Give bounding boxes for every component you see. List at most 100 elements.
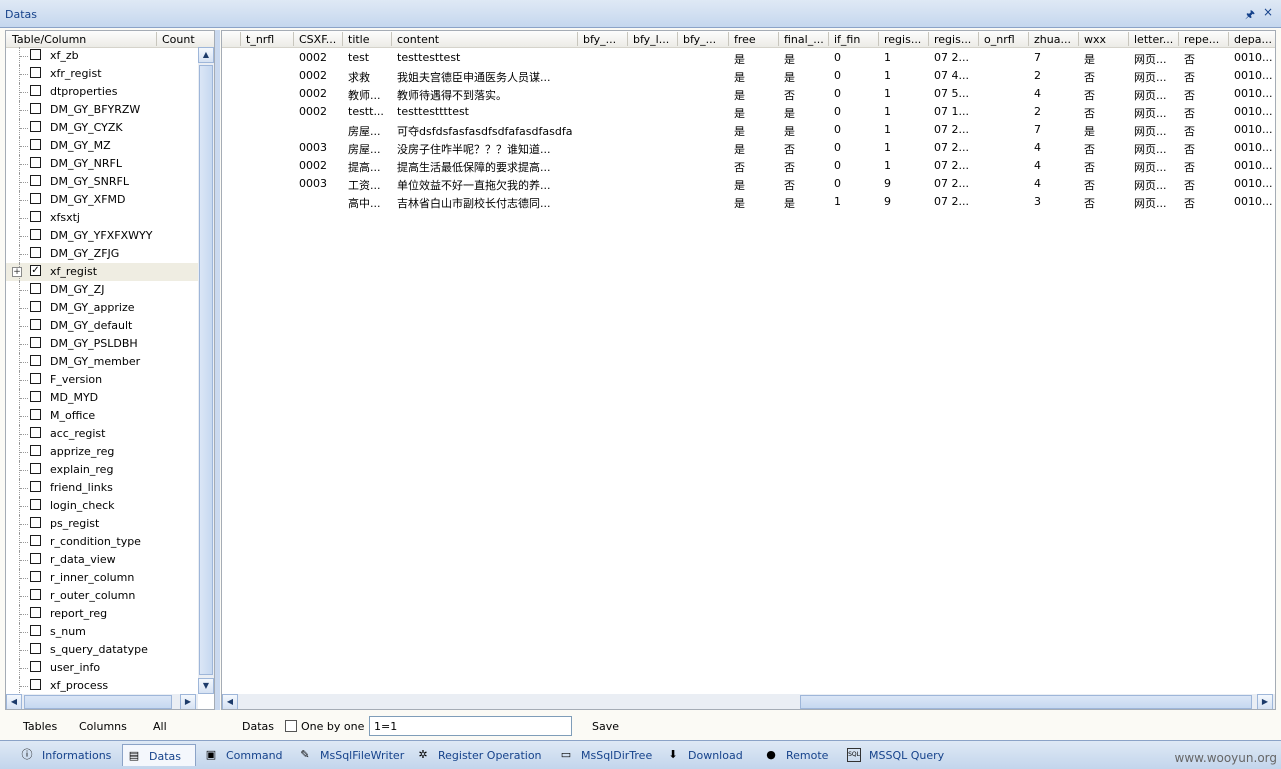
tree-item-user-info[interactable]: user_info [6, 659, 198, 677]
grid-cell[interactable]: 1 [834, 195, 878, 208]
grid-cell[interactable]: 2 [1034, 69, 1078, 82]
tab-register-operation[interactable]: ✲ Register Operation [412, 744, 553, 766]
grid-cell[interactable]: 1 [884, 51, 928, 64]
grid-column-header[interactable]: depa... [1234, 33, 1275, 46]
tree-item-f-version[interactable]: F_version [6, 371, 198, 389]
tree-vertical-scroll-thumb[interactable] [199, 65, 213, 675]
grid-cell[interactable]: 0010... [1234, 123, 1275, 136]
scroll-left-icon[interactable]: ◀ [6, 694, 22, 709]
grid-cell[interactable]: 0 [834, 87, 878, 100]
pin-icon[interactable]: 🖈 [1245, 6, 1255, 25]
one-by-one-checkbox[interactable] [285, 720, 297, 732]
grid-cell[interactable]: 是 [784, 105, 828, 121]
grid-cell[interactable]: 否 [1184, 159, 1228, 175]
grid-cell[interactable]: 房屋... [348, 123, 391, 139]
tree-item-dm-gy-nrfl[interactable]: DM_GY_NRFL [6, 155, 198, 173]
tree-item-acc-regist[interactable]: acc_regist [6, 425, 198, 443]
tree-item-ps-regist[interactable]: ps_regist [6, 515, 198, 533]
table-checkbox[interactable] [30, 679, 41, 690]
table-row[interactable]: 0002 教师... 教师待遇得不到落实。是否 0 1 07 5... 4 否网页... 否 00… [222, 85, 1275, 103]
grid-cell[interactable]: 0010... [1234, 195, 1275, 208]
grid-cell[interactable]: 是 [1084, 51, 1128, 67]
grid-cell[interactable]: 网页... [1134, 123, 1178, 139]
tree-column-table-header[interactable]: Table/Column [12, 33, 86, 46]
grid-horizontal-scroll-thumb[interactable] [800, 695, 1252, 709]
table-checkbox[interactable] [30, 193, 41, 204]
grid-cell[interactable]: 是 [734, 123, 778, 139]
grid-column-header[interactable]: title [348, 33, 389, 46]
grid-cell[interactable]: 否 [784, 141, 828, 157]
grid-cell[interactable]: 4 [1034, 141, 1078, 154]
grid-cell[interactable]: 网页... [1134, 69, 1178, 85]
table-checkbox[interactable] [30, 445, 41, 456]
grid-cell[interactable]: 1 [884, 87, 928, 100]
grid-cell[interactable]: 07 4... [934, 69, 978, 82]
grid-cell[interactable]: 否 [1084, 177, 1128, 193]
select-all-button[interactable]: All [153, 720, 167, 733]
table-checkbox[interactable] [30, 607, 41, 618]
table-checkbox[interactable] [30, 373, 41, 384]
grid-cell[interactable]: 07 2... [934, 123, 978, 136]
table-checkbox[interactable] [30, 229, 41, 240]
grid-cell[interactable]: 否 [734, 159, 778, 175]
tree-item-apprize-reg[interactable]: apprize_reg [6, 443, 198, 461]
table-checkbox[interactable] [30, 553, 41, 564]
grid-cell[interactable]: 07 2... [934, 159, 978, 172]
grid-cell[interactable]: 没房子住咋半呢？？？谁知道... [397, 141, 577, 157]
table-checkbox[interactable] [30, 337, 41, 348]
table-checkbox[interactable] [30, 175, 41, 186]
grid-cell[interactable]: 0 [834, 51, 878, 64]
grid-cell[interactable]: 是 [784, 51, 828, 67]
grid-cell[interactable]: 否 [1184, 51, 1228, 67]
grid-cell[interactable]: 是 [734, 141, 778, 157]
grid-cell[interactable]: 是 [734, 69, 778, 85]
grid-column-header[interactable]: wxx [1084, 33, 1126, 46]
grid-cell[interactable]: testtesttest [397, 51, 577, 64]
grid-cell[interactable]: 2 [1034, 105, 1078, 118]
tree-item-dm-gy-xfmd[interactable]: DM_GY_XFMD [6, 191, 198, 209]
grid-column-header[interactable]: repe... [1184, 33, 1226, 46]
grid-cell[interactable]: 网页... [1134, 51, 1178, 67]
grid-cell[interactable]: 是 [734, 51, 778, 67]
tree-item-xfr-regist[interactable]: xfr_regist [6, 65, 198, 83]
table-checkbox[interactable] [30, 391, 41, 402]
tree-item-dm-gy-mz[interactable]: DM_GY_MZ [6, 137, 198, 155]
table-checkbox[interactable] [30, 283, 41, 294]
tree-item-report-reg[interactable]: report_reg [6, 605, 198, 623]
table-row[interactable]: 0002 提高... 提高生活最低保障的要求提高... 否否 0 1 07 2... 4 否网页… [222, 157, 1275, 175]
tab-datas[interactable]: ▤ Datas [122, 744, 196, 766]
select-columns-button[interactable]: Columns [79, 720, 127, 733]
grid-cell[interactable]: 1 [884, 69, 928, 82]
grid-cell[interactable]: 7 [1034, 123, 1078, 136]
grid-cell[interactable]: 网页... [1134, 141, 1178, 157]
grid-cell[interactable]: 是 [1084, 123, 1128, 139]
table-checkbox[interactable] [30, 49, 41, 60]
tree-item-explain-reg[interactable]: explain_reg [6, 461, 198, 479]
tree-horizontal-scroll-thumb[interactable] [24, 695, 172, 709]
grid-cell[interactable]: 07 2... [934, 51, 978, 64]
scroll-up-icon[interactable]: ▲ [198, 47, 214, 63]
table-checkbox[interactable] [30, 481, 41, 492]
grid-cell[interactable]: 9 [884, 177, 928, 190]
tree-item-r-outer-column[interactable]: r_outer_column [6, 587, 198, 605]
tree-item-r-inner-column[interactable]: r_inner_column [6, 569, 198, 587]
tab-informations[interactable]: ⓘ Informations [16, 744, 120, 766]
expand-icon[interactable]: + [12, 267, 22, 277]
grid-cell[interactable]: 单位效益不好一直拖欠我的养... [397, 177, 577, 193]
tab-mssql-query[interactable]: SQL MSSQL Query [843, 744, 953, 766]
table-row[interactable]: 0003 工资... 单位效益不好一直拖欠我的养... 是否 0 9 07 2... 4 否网页… [222, 175, 1275, 193]
table-row[interactable]: 0002 test testtesttest 是是 0 1 07 2... 7 是网页... 否 0… [222, 49, 1275, 67]
grid-cell[interactable]: 网页... [1134, 87, 1178, 103]
grid-cell[interactable]: 是 [784, 69, 828, 85]
grid-cell[interactable]: testt... [348, 105, 391, 118]
grid-cell[interactable]: 1 [884, 141, 928, 154]
grid-cell[interactable]: 高中... [348, 195, 391, 211]
grid-cell[interactable]: 1 [884, 123, 928, 136]
grid-cell[interactable]: 可夺dsfdsfasfasdfsdfafasdfasdfa [397, 123, 577, 139]
grid-cell[interactable]: 否 [1184, 141, 1228, 157]
tree-item-dtproperties[interactable]: dtproperties [6, 83, 198, 101]
table-checkbox[interactable] [30, 661, 41, 672]
tree-item-dm-gy-bfyrzw[interactable]: DM_GY_BFYRZW [6, 101, 198, 119]
table-checkbox[interactable] [30, 499, 41, 510]
grid-cell[interactable]: 否 [1084, 105, 1128, 121]
